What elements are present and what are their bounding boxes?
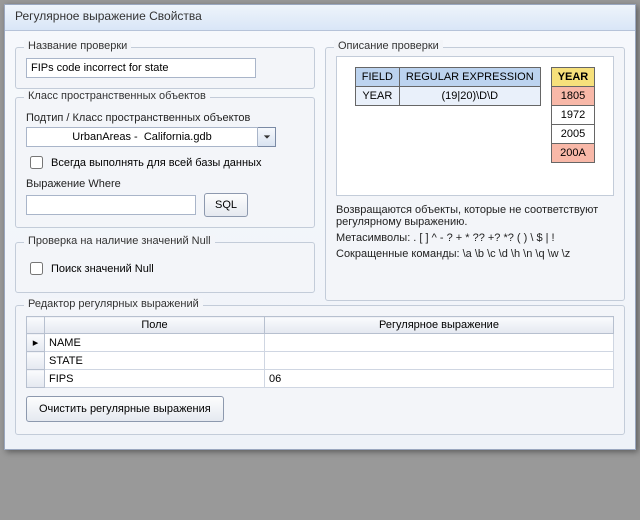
- dialog-body: Название проверки Класс пространственных…: [5, 31, 635, 449]
- right-column: Описание проверки FIELD REGULAR EXPRESSI…: [325, 39, 625, 293]
- feature-class-value[interactable]: [26, 127, 258, 147]
- grid-col-field: Поле: [45, 317, 265, 334]
- where-row: SQL: [26, 193, 304, 217]
- left-column: Название проверки Класс пространственных…: [15, 39, 315, 293]
- where-input[interactable]: [26, 195, 196, 215]
- check-name-group: Название проверки: [15, 47, 315, 89]
- vals-row: 1805: [551, 87, 595, 106]
- sql-button[interactable]: SQL: [204, 193, 248, 217]
- top-row: Название проверки Класс пространственных…: [15, 39, 625, 293]
- always-whole-db-label: Всегда выполнять для всей базы данных: [51, 157, 261, 169]
- feature-class-combo[interactable]: [26, 127, 276, 147]
- ex-row-regex: (19|20)\D\D: [399, 87, 540, 106]
- vals-row: 1972: [551, 106, 595, 125]
- window-title: Регулярное выражение Свойства: [5, 5, 635, 31]
- grid-row-header[interactable]: [27, 370, 45, 388]
- vals-row: 2005: [551, 125, 595, 144]
- null-check-checkbox[interactable]: [30, 262, 43, 275]
- example-values-table: YEAR 180519722005200A: [551, 67, 596, 163]
- description-example-panel: FIELD REGULAR EXPRESSION YEAR (19|20)\D\…: [336, 56, 614, 196]
- grid-cell-regex[interactable]: [265, 334, 614, 352]
- grid-cell-regex[interactable]: 06: [265, 370, 614, 388]
- vals-row: 200A: [551, 144, 595, 163]
- where-label: Выражение Where: [26, 178, 304, 190]
- example-regex-table: FIELD REGULAR EXPRESSION YEAR (19|20)\D\…: [355, 67, 541, 106]
- example-wrap: FIELD REGULAR EXPRESSION YEAR (19|20)\D\…: [355, 67, 596, 185]
- always-whole-db-row: Всегда выполнять для всей базы данных: [26, 153, 304, 172]
- feature-class-legend: Класс пространственных объектов: [24, 90, 210, 102]
- chevron-down-icon[interactable]: [258, 127, 276, 147]
- description-legend: Описание проверки: [334, 40, 443, 52]
- grid-row-header[interactable]: ▸: [27, 334, 45, 352]
- regex-editor-legend: Редактор регулярных выражений: [24, 298, 203, 310]
- ex-head-field: FIELD: [355, 68, 399, 87]
- regex-editor-group: Редактор регулярных выражений Поле Регул…: [15, 305, 625, 435]
- description-group: Описание проверки FIELD REGULAR EXPRESSI…: [325, 47, 625, 301]
- null-check-label: Поиск значений Null: [51, 263, 154, 275]
- clear-regex-button[interactable]: Очистить регулярные выражения: [26, 396, 224, 422]
- grid-cell-regex[interactable]: [265, 352, 614, 370]
- grid-cell-field[interactable]: STATE: [45, 352, 265, 370]
- ex-row-field: YEAR: [355, 87, 399, 106]
- grid-corner: [27, 317, 45, 334]
- description-shorthand: Сокращенные команды: \a \b \c \d \h \n \…: [336, 248, 614, 260]
- always-whole-db-checkbox[interactable]: [30, 156, 43, 169]
- dialog-window: Регулярное выражение Свойства Название п…: [4, 4, 636, 450]
- regex-editor-grid[interactable]: Поле Регулярное выражение ▸NAMESTATEFIPS…: [26, 316, 614, 388]
- feature-class-sublabel: Подтип / Класс пространственных объектов: [26, 112, 304, 124]
- null-check-group: Проверка на наличие значений Null Поиск …: [15, 242, 315, 293]
- ex-head-regex: REGULAR EXPRESSION: [399, 68, 540, 87]
- description-returns: Возвращаются объекты, которые не соответ…: [336, 204, 614, 228]
- grid-row-header[interactable]: [27, 352, 45, 370]
- check-name-legend: Название проверки: [24, 40, 131, 52]
- feature-class-group: Класс пространственных объектов Подтип /…: [15, 97, 315, 228]
- grid-cell-field[interactable]: FIPS: [45, 370, 265, 388]
- null-check-row: Поиск значений Null: [26, 259, 304, 278]
- description-meta: Метасимволы: . [ ] ^ - ? + * ?? +? *? ( …: [336, 232, 614, 244]
- grid-cell-field[interactable]: NAME: [45, 334, 265, 352]
- check-name-input[interactable]: [26, 58, 256, 78]
- vals-head: YEAR: [551, 68, 595, 87]
- null-check-legend: Проверка на наличие значений Null: [24, 235, 215, 247]
- grid-col-regex: Регулярное выражение: [265, 317, 614, 334]
